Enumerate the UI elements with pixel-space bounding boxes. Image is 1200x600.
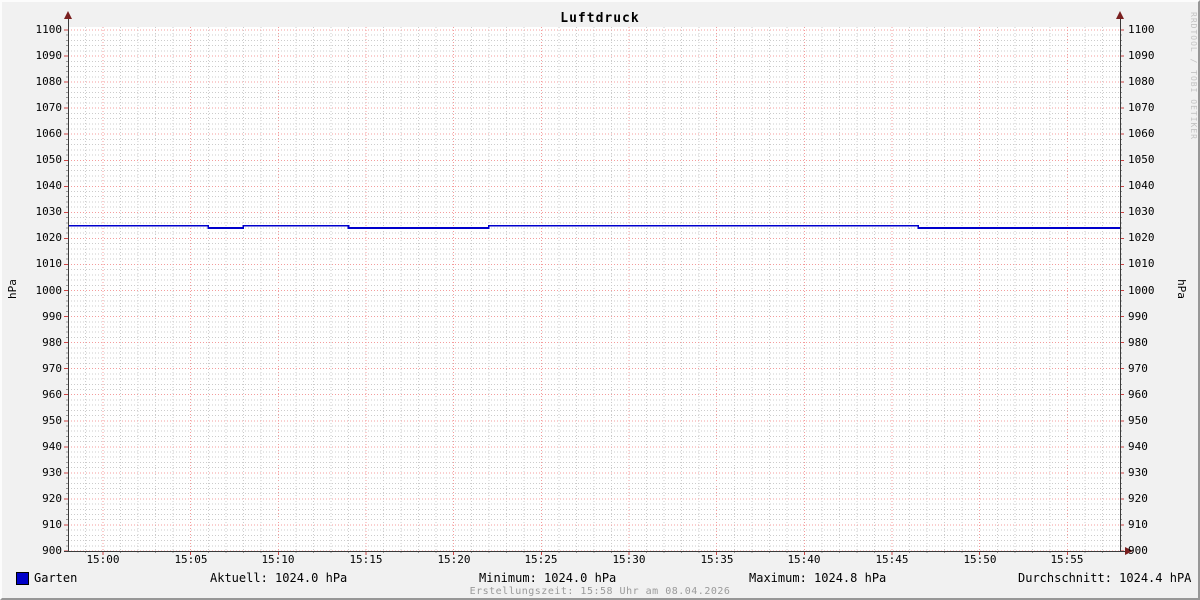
y-tick-label: 1030 (35, 205, 63, 218)
rrdtool-watermark: RRDTOOL / TOBI OETIKER (1189, 12, 1198, 140)
y-tick-label: 1020 (1128, 231, 1155, 244)
y-tick-label: 1040 (35, 179, 63, 192)
y-tick-label: 950 (42, 414, 62, 427)
y-tick-label: 1050 (1128, 153, 1155, 166)
rrd-graph: Luftdruck 900 910 920 930 940 950 960 970 980 990… (0, 0, 1200, 600)
y-tick-label: 960 (42, 388, 62, 401)
x-tick-label: 15:20 (437, 553, 471, 566)
x-tick-label: 15:30 (612, 553, 646, 566)
y-tick-label: 910 (1128, 518, 1148, 531)
y-tick-label: 920 (42, 492, 62, 505)
x-tick-label: 15:15 (349, 553, 383, 566)
y-tick-label: 960 (1128, 388, 1148, 401)
stat-aktuell: Aktuell: 1024.0 hPa (210, 571, 348, 585)
x-tick-label: 15:55 (1050, 553, 1084, 566)
y-axis-right-arrow-icon (1116, 11, 1124, 19)
y-tick-label: 980 (42, 336, 62, 349)
y-tick-label: 990 (1128, 310, 1148, 323)
y-axis-left-line (68, 19, 69, 552)
x-tick-label: 15:45 (875, 553, 909, 566)
y-axis-unit-right: hPa (1175, 279, 1188, 299)
y-tick-label: 1100 (35, 23, 63, 36)
y-tick-label: 1020 (35, 231, 63, 244)
legend-swatch-garten (16, 572, 29, 585)
y-tick-label: 990 (42, 310, 62, 323)
y-axis-unit-left: hPa (6, 279, 19, 299)
y-tick-label: 910 (42, 518, 62, 531)
x-tick-label: 15:40 (787, 553, 821, 566)
stat-durchschnitt: Durchschnitt: 1024.4 hPA (1018, 571, 1192, 585)
chart-title: Luftdruck (560, 11, 640, 26)
y-tick-label: 950 (1128, 414, 1148, 427)
y-tick-label: 1070 (1128, 101, 1155, 114)
y-tick-label: 1100 (1128, 23, 1155, 36)
x-tick-label: 15:05 (174, 553, 208, 566)
y-tick-label: 930 (1128, 466, 1148, 479)
x-axis-line (64, 551, 1125, 552)
y-tick-label: 1060 (35, 127, 63, 140)
y-tick-label: 1030 (1128, 205, 1155, 218)
y-tick-label: 980 (1128, 336, 1148, 349)
x-tick-label: 15:35 (700, 553, 734, 566)
y-tick-label: 1050 (35, 153, 63, 166)
y-tick-label: 920 (1128, 492, 1148, 505)
y-tick-label: 1080 (1128, 75, 1155, 88)
y-tick-label: 900 (1128, 544, 1148, 557)
y-tick-label: 1090 (35, 49, 63, 62)
y-tick-label: 970 (1128, 362, 1148, 375)
y-tick-label: 940 (42, 440, 62, 453)
grid-and-series (64, 27, 1124, 555)
y-tick-label: 1040 (1128, 179, 1155, 192)
creation-time-footer: Erstellungszeit: 15:58 Uhr am 08.04.2026 (469, 586, 731, 597)
x-tick-label: 15:50 (963, 553, 997, 566)
x-tick-label: 15:00 (86, 553, 120, 566)
y-tick-label: 930 (42, 466, 62, 479)
y-tick-label: 1080 (35, 75, 63, 88)
stat-maximum: Maximum: 1024.8 hPa (749, 571, 887, 585)
y-tick-label: 1090 (1128, 49, 1155, 62)
y-tick-label: 1060 (1128, 127, 1155, 140)
y-axis-right-line (1120, 19, 1121, 552)
x-tick-label: 15:10 (261, 553, 295, 566)
x-tick-label: 15:25 (524, 553, 558, 566)
y-tick-label: 1070 (35, 101, 63, 114)
legend-series-label: Garten (34, 571, 78, 585)
y-tick-label: 900 (42, 544, 62, 557)
y-axis-left-arrow-icon (64, 11, 72, 19)
y-tick-label: 940 (1128, 440, 1148, 453)
stat-minimum: Minimum: 1024.0 hPa (479, 571, 617, 585)
y-tick-label: 970 (42, 362, 62, 375)
